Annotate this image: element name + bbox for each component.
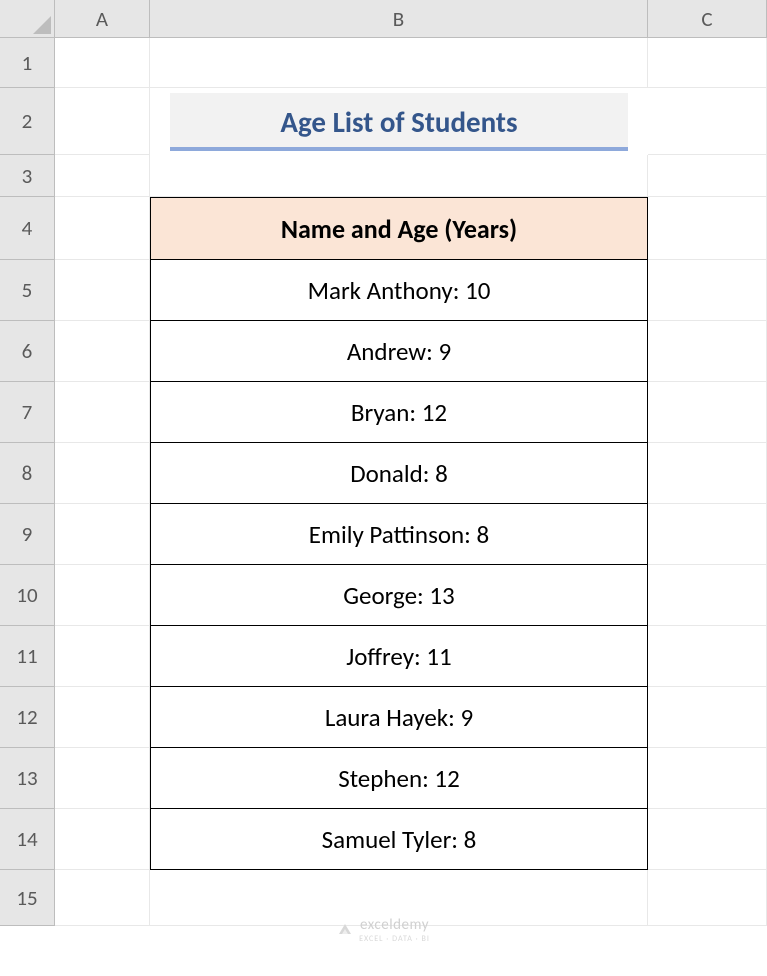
cell-a12[interactable]	[55, 687, 150, 748]
cell-b15[interactable]	[150, 870, 648, 926]
cell-a14[interactable]	[55, 809, 150, 870]
table-row[interactable]: Andrew: 9	[150, 321, 648, 382]
table-row[interactable]: Bryan: 12	[150, 382, 648, 443]
row-header-14[interactable]: 14	[0, 809, 55, 870]
cell-a1[interactable]	[55, 38, 150, 88]
watermark-tagline: EXCEL · DATA · BI	[359, 934, 430, 944]
cell-a3[interactable]	[55, 155, 150, 197]
cell-a7[interactable]	[55, 382, 150, 443]
select-all-triangle-icon	[33, 16, 51, 34]
cell-b3[interactable]	[150, 155, 648, 197]
cell-b1[interactable]	[150, 38, 648, 88]
cell-c12[interactable]	[648, 687, 767, 748]
row-header-7[interactable]: 7	[0, 382, 55, 443]
cell-a10[interactable]	[55, 565, 150, 626]
column-header-c[interactable]: C	[648, 0, 767, 38]
cell-a11[interactable]	[55, 626, 150, 687]
row-header-13[interactable]: 13	[0, 748, 55, 809]
cell-c11[interactable]	[648, 626, 767, 687]
table-row[interactable]: George: 13	[150, 565, 648, 626]
cell-a8[interactable]	[55, 443, 150, 504]
cell-a5[interactable]	[55, 260, 150, 321]
cell-c5[interactable]	[648, 260, 767, 321]
row-header-2[interactable]: 2	[0, 88, 55, 155]
table-row[interactable]: Samuel Tyler: 8	[150, 809, 648, 870]
cell-a13[interactable]	[55, 748, 150, 809]
cell-a4[interactable]	[55, 197, 150, 260]
cell-b2[interactable]: Age List of Students	[150, 88, 648, 155]
cell-a6[interactable]	[55, 321, 150, 382]
select-all-corner[interactable]	[0, 0, 55, 38]
spreadsheet-grid: A B C 1 2 3 4 5 6 7 8 9 10 11 12 13 14 1…	[0, 0, 767, 926]
cell-c6[interactable]	[648, 321, 767, 382]
table-header[interactable]: Name and Age (Years)	[150, 197, 648, 260]
column-header-b[interactable]: B	[150, 0, 648, 38]
table-row[interactable]: Mark Anthony: 10	[150, 260, 648, 321]
row-header-6[interactable]: 6	[0, 321, 55, 382]
row-header-5[interactable]: 5	[0, 260, 55, 321]
table-row[interactable]: Stephen: 12	[150, 748, 648, 809]
cell-c13[interactable]	[648, 748, 767, 809]
cell-c3[interactable]	[648, 155, 767, 197]
table-row[interactable]: Joffrey: 11	[150, 626, 648, 687]
cell-a15[interactable]	[55, 870, 150, 926]
cell-c2[interactable]	[648, 88, 767, 155]
column-header-a[interactable]: A	[55, 0, 150, 38]
cell-c15[interactable]	[648, 870, 767, 926]
cell-c4[interactable]	[648, 197, 767, 260]
cell-a9[interactable]	[55, 504, 150, 565]
row-header-10[interactable]: 10	[0, 565, 55, 626]
row-header-15[interactable]: 15	[0, 870, 55, 926]
row-header-12[interactable]: 12	[0, 687, 55, 748]
row-header-8[interactable]: 8	[0, 443, 55, 504]
cell-c7[interactable]	[648, 382, 767, 443]
cell-a2[interactable]	[55, 88, 150, 155]
row-header-11[interactable]: 11	[0, 626, 55, 687]
table-row[interactable]: Laura Hayek: 9	[150, 687, 648, 748]
row-header-9[interactable]: 9	[0, 504, 55, 565]
cell-c14[interactable]	[648, 809, 767, 870]
table-row[interactable]: Emily Pattinson: 8	[150, 504, 648, 565]
page-title: Age List of Students	[170, 93, 628, 151]
cell-c9[interactable]	[648, 504, 767, 565]
cell-c1[interactable]	[648, 38, 767, 88]
table-row[interactable]: Donald: 8	[150, 443, 648, 504]
cell-c10[interactable]	[648, 565, 767, 626]
row-header-4[interactable]: 4	[0, 197, 55, 260]
cell-c8[interactable]	[648, 443, 767, 504]
row-header-1[interactable]: 1	[0, 38, 55, 88]
row-header-3[interactable]: 3	[0, 155, 55, 197]
